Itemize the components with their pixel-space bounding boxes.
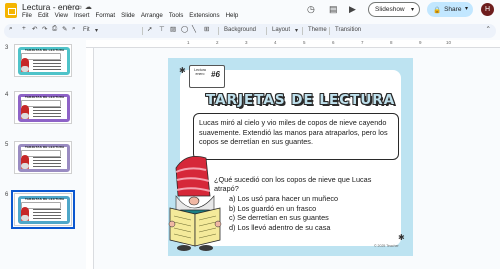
menu-bar: File Edit View Insert Format Slide Arran… bbox=[22, 12, 238, 19]
reading-gnome-illustration[interactable] bbox=[166, 150, 224, 252]
transition-button[interactable]: Transition bbox=[335, 27, 361, 33]
undo-icon[interactable]: ↶ bbox=[32, 25, 37, 33]
menu-edit[interactable]: Edit bbox=[38, 12, 49, 19]
chevron-down-icon[interactable]: ▾ bbox=[465, 5, 468, 12]
slide-thumbnail[interactable]: TARJETAS DE LECTURA bbox=[14, 91, 72, 124]
comment-icon[interactable]: ▤ bbox=[329, 4, 338, 15]
zoom-icon[interactable]: ⌕ bbox=[72, 25, 76, 33]
snowflake-icon: ✱ bbox=[179, 66, 186, 75]
vertical-ruler[interactable] bbox=[86, 48, 94, 269]
menu-slide[interactable]: Slide bbox=[121, 12, 135, 19]
menu-help[interactable]: Help bbox=[226, 12, 239, 19]
slide-thumbnail[interactable]: TARJETAS DE LECTURA bbox=[14, 44, 72, 77]
star-icon[interactable]: ☆ bbox=[66, 4, 75, 11]
menu-arrange[interactable]: Arrange bbox=[141, 12, 163, 19]
menu-file[interactable]: File bbox=[22, 12, 32, 19]
zoom-select[interactable]: Fit bbox=[83, 27, 90, 33]
cloud-status-icon[interactable]: ☁ bbox=[85, 4, 95, 11]
snowflake-icon: ✱ bbox=[398, 233, 405, 242]
lock-icon: 🔒 bbox=[433, 6, 442, 14]
background-button[interactable]: Background bbox=[224, 27, 256, 33]
answer-options[interactable]: a) Los usó para hacer un muñeco b) Los g… bbox=[229, 194, 338, 232]
search-menus-icon[interactable]: ⌕ bbox=[9, 25, 13, 33]
text-box-icon[interactable]: ⊤ bbox=[159, 25, 165, 33]
share-button[interactable]: 🔒 Share ▾ bbox=[427, 2, 473, 17]
slide-thumbnail[interactable]: TARJETAS DE LECTURA bbox=[14, 141, 72, 174]
history-icon[interactable]: ◷ bbox=[307, 4, 315, 15]
toolbar: ⌕ + ↶ ↷ ⎙ ✎ ⌕ Fit ▾ ➚ ⊤ ▨ ◯ ╲ ⊞ Backgrou… bbox=[4, 24, 496, 38]
menu-format[interactable]: Format bbox=[95, 12, 115, 19]
tag-label: Lectura enero bbox=[194, 68, 206, 76]
option-d: d) Los llevó adentro de su casa bbox=[229, 222, 331, 232]
menu-extensions[interactable]: Extensions bbox=[189, 12, 219, 19]
print-icon[interactable]: ⎙ bbox=[52, 25, 57, 33]
new-slide-icon[interactable]: + bbox=[22, 25, 26, 32]
horizontal-ruler[interactable]: 1 2 3 4 5 6 7 8 9 10 bbox=[86, 40, 500, 48]
chevron-down-icon[interactable]: ▾ bbox=[295, 27, 298, 34]
question-text[interactable]: ¿Qué sucedió con los copos de nieve que … bbox=[214, 175, 394, 193]
chevron-up-icon[interactable]: ⌃ bbox=[486, 25, 491, 33]
menu-insert[interactable]: Insert bbox=[74, 12, 89, 19]
card-number-tag[interactable]: Lectura enero #6 bbox=[189, 65, 225, 88]
chevron-down-icon[interactable]: ▾ bbox=[95, 27, 98, 34]
meet-video-icon[interactable]: ▶ bbox=[349, 4, 356, 15]
line-icon[interactable]: ╲ bbox=[192, 25, 196, 33]
option-a: a) Los usó para hacer un muñeco bbox=[229, 194, 339, 203]
slides-logo-icon[interactable] bbox=[5, 3, 17, 18]
slide-title[interactable]: TARJETAS DE LECTURA bbox=[206, 92, 395, 108]
option-b: b) Los guardó en un frasco bbox=[229, 203, 317, 213]
move-folder-icon[interactable]: ▭ bbox=[75, 4, 85, 11]
select-cursor-icon[interactable]: ➚ bbox=[147, 25, 152, 33]
layout-button[interactable]: Layout bbox=[272, 27, 290, 33]
chevron-down-icon[interactable]: ▾ bbox=[411, 6, 414, 13]
option-c: c) Se derretían en sus guantes bbox=[229, 213, 329, 223]
shape-icon[interactable]: ◯ bbox=[181, 25, 188, 33]
app-header: Lectura - enero ☆▭☁ File Edit View Inser… bbox=[0, 0, 500, 22]
card-number: #6 bbox=[211, 70, 220, 79]
menu-tools[interactable]: Tools bbox=[169, 12, 183, 19]
avatar[interactable]: H bbox=[481, 3, 494, 16]
reading-passage: Lucas miró al cielo y vio miles de copos… bbox=[199, 118, 388, 146]
slideshow-button[interactable]: Slideshow ▾ bbox=[368, 2, 420, 17]
menu-view[interactable]: View bbox=[55, 12, 68, 19]
slide-thumbnail-selected[interactable]: TARJETAS DE LECTURA bbox=[11, 190, 75, 229]
slide-filmstrip: 3 TARJETAS DE LECTURA 4 TARJETAS DE LECT… bbox=[0, 40, 82, 269]
theme-button[interactable]: Theme bbox=[308, 27, 327, 33]
redo-icon[interactable]: ↷ bbox=[42, 25, 47, 33]
image-icon[interactable]: ▨ bbox=[170, 25, 176, 33]
paint-format-icon[interactable]: ✎ bbox=[62, 25, 67, 33]
copyright-text: © 2025 Teacher bbox=[374, 244, 399, 248]
add-comment-icon[interactable]: ⊞ bbox=[204, 25, 209, 33]
